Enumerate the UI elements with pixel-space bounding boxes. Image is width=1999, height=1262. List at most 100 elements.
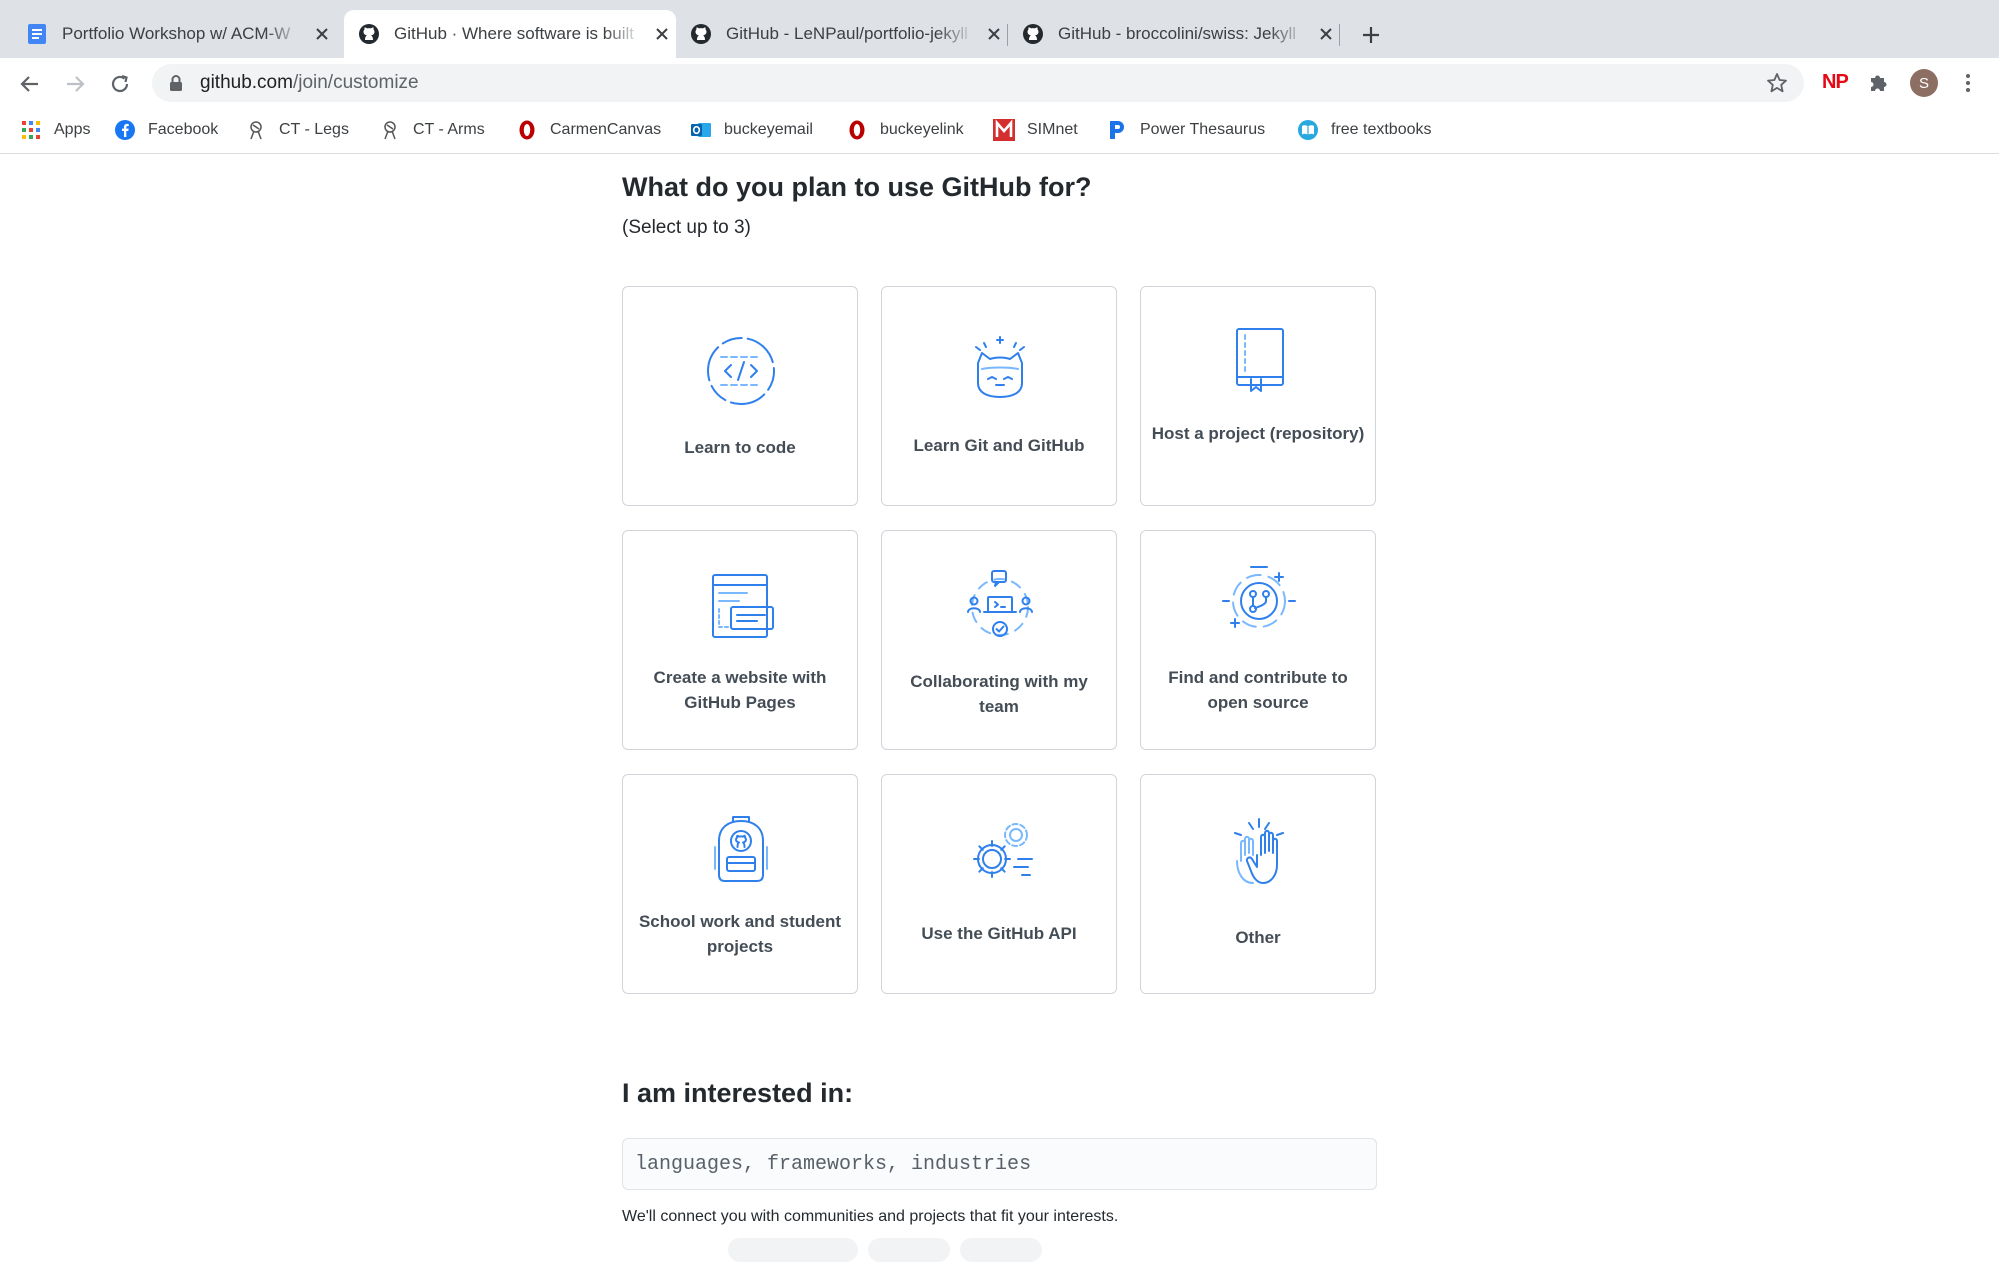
textbook-icon <box>1297 119 1319 141</box>
interests-title: I am interested in: <box>622 1078 854 1108</box>
option-host-project[interactable]: Host a project (repository) <box>1140 286 1376 506</box>
tab-portfolio-jekyll[interactable]: GitHub - LeNPaul/portfolio-jekyll <box>676 10 1008 58</box>
arrow-left-icon <box>20 76 38 92</box>
url-host: github.com <box>200 72 293 93</box>
option-open-source[interactable]: Find and contribute to open source <box>1140 530 1376 750</box>
tab-title: GitHub - LeNPaul/portfolio-jekyll <box>726 24 968 43</box>
backpack-icon <box>714 816 768 882</box>
extensions-puzzle-icon[interactable] <box>1867 71 1891 95</box>
bookmark-power-thesaurus[interactable]: Power Thesaurus <box>1106 118 1265 142</box>
bookmark-label: CarmenCanvas <box>550 121 662 138</box>
bookmark-facebook[interactable]: Facebook <box>114 118 218 142</box>
option-label: Create a website with GitHub Pages <box>653 668 827 712</box>
url-text: github.com/join/customize <box>200 72 419 94</box>
tab-swiss-jekyll[interactable]: GitHub - broccolini/swiss: Jekyll <box>1008 10 1340 58</box>
option-github-pages[interactable]: Create a website with GitHub Pages <box>622 530 858 750</box>
website-icon <box>712 574 774 638</box>
bookmark-apps[interactable]: Apps <box>20 118 90 142</box>
octocat-icon <box>975 336 1025 398</box>
bookmark-simnet[interactable]: SIMnet <box>993 118 1078 142</box>
option-collaborating-team[interactable]: Collaborating with my team <box>881 530 1117 750</box>
tab-github-home[interactable]: GitHub · Where software is built <box>344 10 676 58</box>
gears-icon <box>973 823 1033 878</box>
suggestion-chip[interactable] <box>960 1238 1042 1262</box>
more-menu-icon[interactable] <box>1956 71 1980 95</box>
tab-title: Portfolio Workshop w/ ACM-W <box>62 24 291 43</box>
address-bar[interactable]: github.com/join/customize <box>152 64 1804 102</box>
option-label: Host a project (repository) <box>1151 424 1365 443</box>
back-button[interactable] <box>10 68 50 100</box>
osu-icon <box>516 119 538 141</box>
forward-button[interactable] <box>55 68 95 100</box>
option-other[interactable]: Other <box>1140 774 1376 994</box>
option-label: School work and student projects <box>638 912 842 956</box>
bookmark-star-icon[interactable] <box>1766 72 1788 94</box>
bookmark-label: Power Thesaurus <box>1140 121 1266 138</box>
open-source-icon <box>1222 566 1296 628</box>
tab-close-button[interactable] <box>1314 22 1338 46</box>
bookmark-label: Facebook <box>148 121 219 138</box>
option-learn-to-code[interactable]: Learn to code <box>622 286 858 506</box>
github-icon <box>1023 24 1043 44</box>
team-icon <box>967 570 1033 637</box>
bookmark-free-textbooks[interactable]: free textbooks <box>1297 118 1432 142</box>
bookmark-label: CT - Legs <box>279 121 349 138</box>
outlook-icon <box>690 119 712 141</box>
bookmark-ct-arms[interactable]: CT - Arms <box>379 118 485 142</box>
option-label: Learn Git and GitHub <box>913 436 1085 455</box>
facebook-icon <box>114 119 136 141</box>
thesaurus-icon <box>1106 119 1128 141</box>
option-label: Collaborating with my team <box>910 672 1088 716</box>
option-school-work[interactable]: School work and student projects <box>622 774 858 994</box>
close-icon <box>1320 28 1332 40</box>
option-label: Use the GitHub API <box>921 924 1077 943</box>
option-github-api[interactable]: Use the GitHub API <box>881 774 1117 994</box>
extension-np-button[interactable]: NP <box>1822 71 1849 94</box>
tab-close-button[interactable] <box>982 22 1006 46</box>
profile-avatar[interactable]: S <box>1910 69 1938 97</box>
bookmark-label: buckeyemail <box>724 121 813 138</box>
osu-icon <box>846 119 868 141</box>
option-label: Find and contribute to open source <box>1168 668 1348 712</box>
suggestion-chip[interactable] <box>728 1238 858 1262</box>
apps-grid-icon <box>20 119 42 141</box>
high-five-icon <box>1234 818 1284 884</box>
code-icon <box>707 337 775 405</box>
bookmark-buckeyelink[interactable]: buckeyelink <box>846 118 964 142</box>
option-learn-git-github[interactable]: Learn Git and GitHub <box>881 286 1117 506</box>
github-icon <box>359 24 379 44</box>
page-title: What do you plan to use GitHub for? <box>622 172 1092 202</box>
tab-close-button[interactable] <box>310 22 334 46</box>
docs-icon <box>28 24 46 44</box>
new-tab-button[interactable] <box>1356 20 1386 50</box>
page-subtitle: (Select up to 3) <box>622 217 751 238</box>
interests-helper-text: We'll connect you with communities and p… <box>622 1208 1119 1225</box>
reload-button[interactable] <box>100 68 140 100</box>
suggestion-chip[interactable] <box>868 1238 950 1262</box>
browser-toolbar: github.com/join/customize NP S <box>0 58 1999 108</box>
repository-icon <box>1236 328 1284 392</box>
tab-portfolio-workshop[interactable]: Portfolio Workshop w/ ACM-W <box>0 10 344 58</box>
tab-title: GitHub · Where software is built <box>394 24 634 43</box>
tab-separator <box>1339 24 1340 46</box>
bookmark-carmencanvas[interactable]: CarmenCanvas <box>516 118 661 142</box>
url-path: /join/customize <box>292 72 419 93</box>
bookmark-label: CT - Arms <box>413 121 485 138</box>
bookmark-label: Apps <box>54 121 91 138</box>
bookmark-buckeyemail[interactable]: buckeyemail <box>690 118 813 142</box>
bookmark-label: SIMnet <box>1027 121 1078 138</box>
drawing-icon <box>245 119 267 141</box>
bookmark-ct-legs[interactable]: CT - Legs <box>245 118 349 142</box>
close-icon <box>316 28 328 40</box>
drawing-icon <box>379 119 401 141</box>
plus-icon <box>1363 27 1379 43</box>
github-icon <box>691 24 711 44</box>
arrow-right-icon <box>67 76 85 92</box>
lock-icon <box>170 75 182 91</box>
interests-input[interactable] <box>622 1138 1377 1190</box>
option-label: Learn to code <box>684 438 796 457</box>
close-icon <box>988 28 1000 40</box>
bookmarks-bar: Apps Facebook CT - Legs CT - Arms Carmen… <box>0 108 1999 154</box>
option-label: Other <box>1235 928 1281 947</box>
tab-close-button[interactable] <box>650 22 674 46</box>
